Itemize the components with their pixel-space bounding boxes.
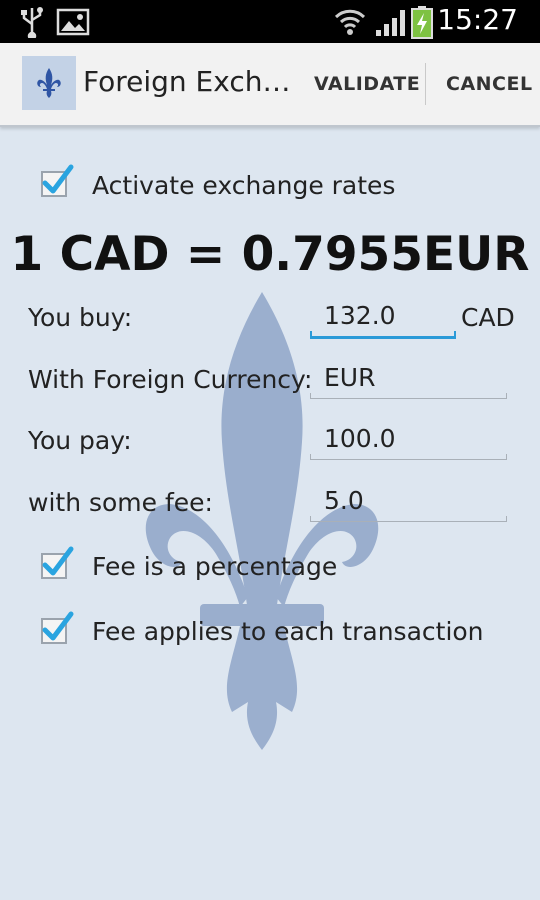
currency-value: EUR bbox=[324, 363, 376, 392]
buy-amount-input[interactable]: 132.0 bbox=[310, 297, 456, 341]
validate-button[interactable]: VALIDATE bbox=[314, 43, 420, 125]
fee-value: 5.0 bbox=[324, 486, 364, 515]
pay-label: You pay: bbox=[28, 426, 132, 455]
app-title: Foreign Exch… bbox=[83, 65, 291, 98]
action-divider bbox=[425, 63, 426, 105]
fee-label: with some fee: bbox=[28, 488, 213, 517]
clock: 15:27 bbox=[437, 3, 518, 36]
currency-input[interactable]: EUR bbox=[310, 359, 507, 403]
checkmark-icon bbox=[42, 546, 74, 576]
fee-each-transaction-checkbox[interactable] bbox=[41, 611, 74, 644]
fee-percentage-label[interactable]: Fee is a percentage bbox=[92, 552, 337, 581]
fee-each-transaction-label[interactable]: Fee applies to each transaction bbox=[92, 617, 484, 646]
image-icon bbox=[56, 8, 90, 40]
pay-amount-value: 100.0 bbox=[324, 424, 396, 453]
fleur-de-lis-app-icon[interactable] bbox=[22, 56, 76, 110]
buy-label: You buy: bbox=[28, 303, 133, 332]
activate-label[interactable]: Activate exchange rates bbox=[92, 171, 395, 200]
buy-unit: CAD bbox=[461, 303, 515, 332]
fee-percentage-checkbox[interactable] bbox=[41, 546, 74, 579]
buy-amount-value: 132.0 bbox=[324, 301, 396, 330]
battery-charging-icon bbox=[410, 5, 434, 43]
activate-checkbox[interactable] bbox=[41, 164, 74, 197]
cancel-button[interactable]: CANCEL bbox=[446, 43, 533, 125]
usb-icon bbox=[18, 6, 46, 42]
checkmark-icon bbox=[42, 611, 74, 641]
fee-input[interactable]: 5.0 bbox=[310, 482, 507, 526]
exchange-rate-display: 1 CAD = 0.7955EUR bbox=[10, 227, 530, 282]
status-bar: 15:27 bbox=[0, 0, 540, 43]
action-bar: Foreign Exch… VALIDATE CANCEL bbox=[0, 43, 540, 127]
checkmark-icon bbox=[42, 164, 74, 194]
pay-amount-input[interactable]: 100.0 bbox=[310, 420, 507, 464]
currency-label: With Foreign Currency: bbox=[28, 365, 313, 394]
signal-icon bbox=[374, 6, 410, 42]
main-content: Activate exchange rates 1 CAD = 0.7955EU… bbox=[0, 127, 540, 900]
wifi-icon bbox=[333, 6, 367, 40]
